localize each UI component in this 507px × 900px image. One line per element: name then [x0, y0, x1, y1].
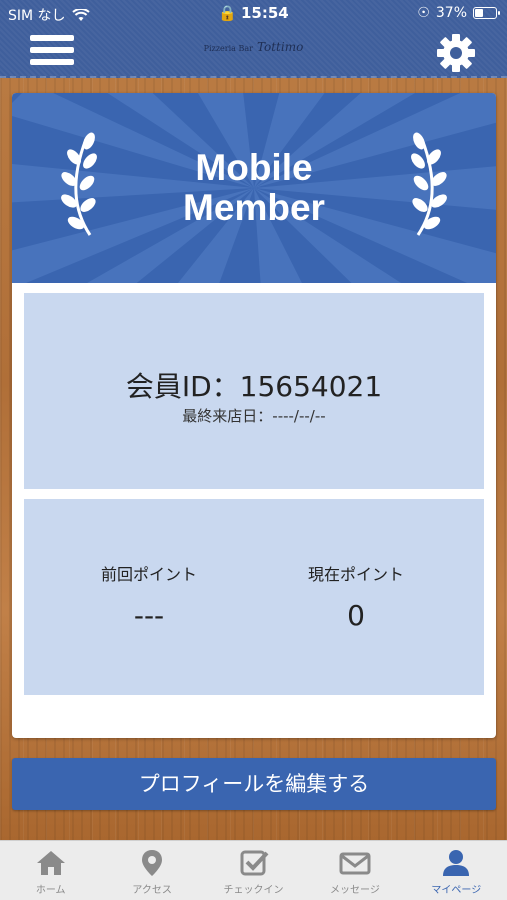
shop-logo: Pizzeria Bar Tottimo: [203, 40, 304, 54]
previous-points-label: 前回ポイント: [100, 565, 197, 584]
battery-icon: [473, 7, 500, 19]
tab-checkin[interactable]: チェックイン: [203, 841, 304, 900]
previous-points: 前回ポイント ---: [49, 561, 249, 632]
current-points: 現在ポイント 0: [256, 561, 456, 632]
home-icon: [36, 851, 65, 875]
edit-profile-button[interactable]: プロフィールを編集する: [12, 758, 496, 810]
tab-access-label: アクセス: [132, 885, 172, 896]
tab-access[interactable]: アクセス: [101, 841, 202, 900]
app-header: SIM なし 🔒 15:54 ☉ 37% Pizzeria Bar Tottimo: [0, 0, 507, 78]
member-id: 会員ID：15654021: [125, 370, 383, 403]
member-banner: Mobile Member: [12, 93, 496, 283]
status-bar: SIM なし 🔒 15:54 ☉ 37%: [0, 0, 507, 28]
tab-home-label: ホーム: [35, 885, 66, 896]
tab-message-label: メッセージ: [330, 885, 380, 896]
gear-icon[interactable]: [435, 32, 477, 74]
clock-text: 15:54: [240, 4, 289, 22]
laurel-right-icon: [411, 132, 447, 236]
user-icon: [443, 850, 470, 876]
tab-mypage[interactable]: マイページ: [406, 841, 507, 900]
points-panel: 前回ポイント --- 現在ポイント 0: [24, 499, 484, 695]
current-points-label: 現在ポイント: [307, 565, 404, 584]
envelope-icon: [339, 852, 371, 875]
current-points-value: 0: [347, 599, 365, 632]
tab-message[interactable]: メッセージ: [304, 841, 405, 900]
previous-points-value: ---: [133, 599, 165, 632]
tab-mypage-label: マイページ: [431, 885, 482, 896]
lock-icon: 🔒: [218, 4, 237, 22]
tab-home[interactable]: ホーム: [0, 841, 101, 900]
last-visit-date: 最終来店日：----/--/--: [182, 407, 326, 425]
checkbox-icon: [240, 850, 268, 876]
member-card: Mobile Member 会員ID：15654021 最終来店日：----/-…: [12, 93, 496, 738]
orientation-lock-icon: ☉: [417, 5, 430, 21]
member-id-panel: 会員ID：15654021 最終来店日：----/--/--: [24, 293, 484, 489]
tab-checkin-label: チェックイン: [223, 885, 284, 896]
bottom-tab-bar: ホーム アクセス チェックイン メッセージ マイページ: [0, 840, 507, 900]
battery-percent: 37%: [435, 5, 467, 21]
map-pin-icon: [142, 850, 163, 876]
